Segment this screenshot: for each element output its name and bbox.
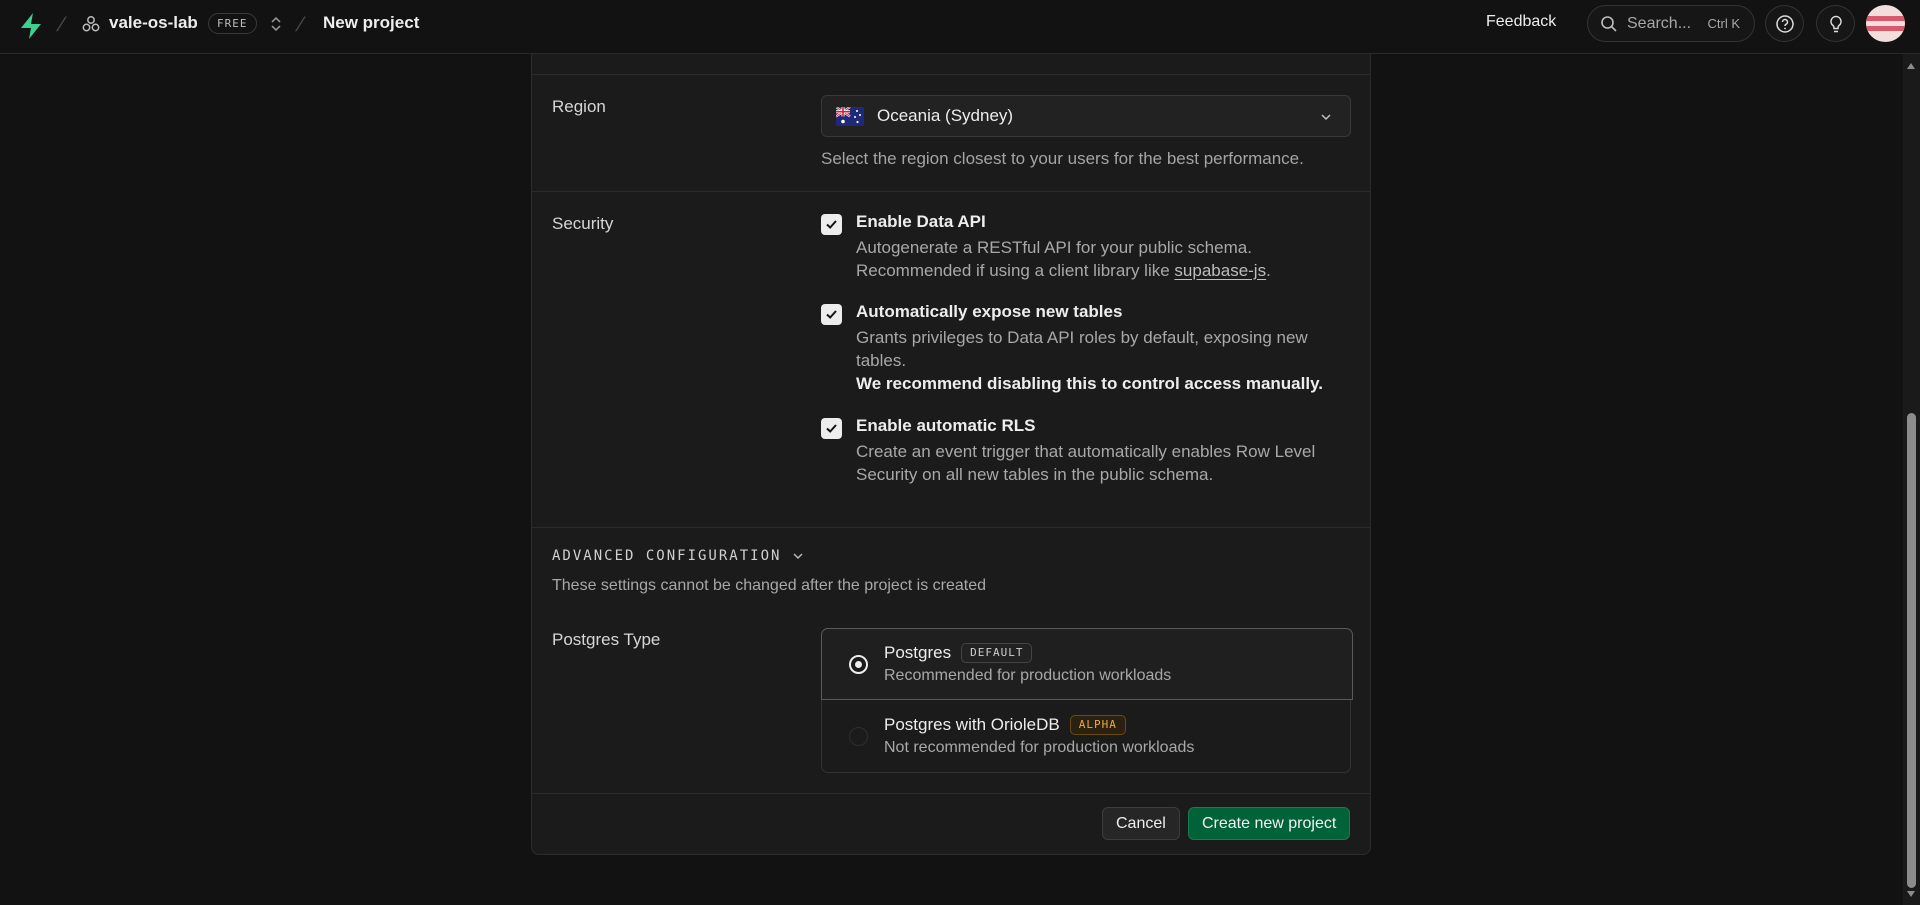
enable-automatic-rls-checkbox[interactable]	[821, 418, 842, 439]
help-circle-icon	[1775, 14, 1794, 33]
radio-title-row: Postgres DEFAULT	[884, 643, 1033, 663]
feedback-button[interactable]: Feedback	[1486, 13, 1556, 31]
option-description-suffix: .	[1266, 261, 1271, 280]
scroll-down-arrow[interactable]	[1907, 891, 1915, 897]
option-description: Autogenerate a RESTful API for your publ…	[856, 236, 1326, 282]
search-icon	[1601, 15, 1617, 32]
checkmark-icon	[826, 424, 837, 433]
help-button[interactable]	[1765, 5, 1804, 42]
chevron-down-icon	[793, 553, 803, 559]
australia-flag-icon	[836, 106, 864, 126]
new-project-form-panel: Region Oceania (Sydney) Select the regio…	[531, 54, 1371, 855]
region-helper-text: Select the region closest to your users …	[821, 149, 1304, 168]
scrollbar-thumb[interactable]	[1907, 413, 1916, 888]
chevron-up-down-icon[interactable]	[268, 14, 284, 34]
option-title: Automatically expose new tables	[856, 302, 1123, 321]
region-label: Region	[552, 97, 606, 116]
option-description: Create an event trigger that automatical…	[856, 442, 1316, 484]
radio-title: Postgres	[884, 643, 952, 662]
search-shortcut: Ctrl K	[1707, 16, 1741, 31]
enable-data-api-checkbox[interactable]	[821, 214, 842, 235]
chevron-down-icon	[1321, 114, 1331, 121]
supabase-js-link[interactable]: supabase-js	[1174, 261, 1266, 280]
cancel-button[interactable]: Cancel	[1102, 807, 1180, 840]
option-description-line: Recommended if using a client library li…	[856, 261, 1175, 280]
postgres-type-radio-group: Postgres DEFAULT Recommended for product…	[821, 628, 1353, 773]
expose-new-tables-checkbox[interactable]	[821, 304, 842, 325]
option-description: Grants privileges to Data API roles by d…	[856, 326, 1326, 395]
section-divider	[532, 527, 1370, 528]
postgres-option[interactable]: Postgres DEFAULT Recommended for product…	[821, 628, 1353, 700]
region-selected-value: Oceania (Sydney)	[877, 106, 1014, 125]
organization-icon	[82, 16, 100, 32]
lightbulb-icon	[1829, 15, 1842, 32]
breadcrumb-separator: /	[54, 14, 68, 36]
top-navigation-bar: / vale-os-lab FREE / New project Feedbac…	[0, 0, 1920, 54]
page-title: New project	[323, 13, 420, 32]
option-description-text: Grants privileges to Data API roles by d…	[856, 328, 1308, 370]
radio-unselected	[849, 727, 868, 746]
option-description-line: Autogenerate a RESTful API for your publ…	[856, 238, 1252, 257]
alpha-badge: ALPHA	[1069, 715, 1126, 735]
radio-title-row: Postgres with OrioleDB ALPHA	[884, 715, 1126, 735]
checkmark-icon	[826, 310, 837, 319]
checkmark-icon	[826, 220, 837, 229]
scroll-up-arrow[interactable]	[1907, 63, 1915, 69]
page-scrollbar[interactable]	[1903, 54, 1920, 905]
advanced-configuration-title: ADVANCED CONFIGURATION	[552, 548, 782, 564]
tips-button[interactable]	[1816, 5, 1855, 42]
section-divider	[532, 191, 1370, 192]
advanced-configuration-note: These settings cannot be changed after t…	[552, 577, 987, 594]
postgres-type-label: Postgres Type	[552, 630, 661, 649]
radio-selected	[849, 655, 868, 674]
organization-name[interactable]: vale-os-lab	[109, 13, 198, 33]
option-title: Enable automatic RLS	[856, 416, 1036, 435]
supabase-logo-icon[interactable]	[18, 12, 44, 40]
region-select[interactable]: Oceania (Sydney)	[821, 95, 1351, 137]
option-title: Enable Data API	[856, 212, 986, 231]
search-placeholder: Search...	[1627, 14, 1692, 32]
radio-description: Recommended for production workloads	[884, 667, 1172, 684]
section-divider	[532, 74, 1370, 75]
postgres-orioledb-option[interactable]: Postgres with OrioleDB ALPHA Not recomme…	[822, 701, 1352, 773]
advanced-configuration-toggle[interactable]: ADVANCED CONFIGURATION	[552, 548, 805, 564]
plan-badge: FREE	[208, 13, 257, 34]
create-new-project-button[interactable]: Create new project	[1188, 807, 1351, 840]
radio-description: Not recommended for production workloads	[884, 739, 1195, 756]
radio-title: Postgres with OrioleDB	[884, 715, 1060, 734]
breadcrumb-separator: /	[293, 14, 307, 36]
section-divider	[532, 793, 1370, 794]
default-badge: DEFAULT	[961, 643, 1033, 663]
search-input[interactable]: Search... Ctrl K	[1587, 5, 1755, 42]
avatar[interactable]	[1866, 5, 1905, 42]
option-warning-text: We recommend disabling this to control a…	[856, 374, 1323, 393]
security-label: Security	[552, 214, 614, 233]
